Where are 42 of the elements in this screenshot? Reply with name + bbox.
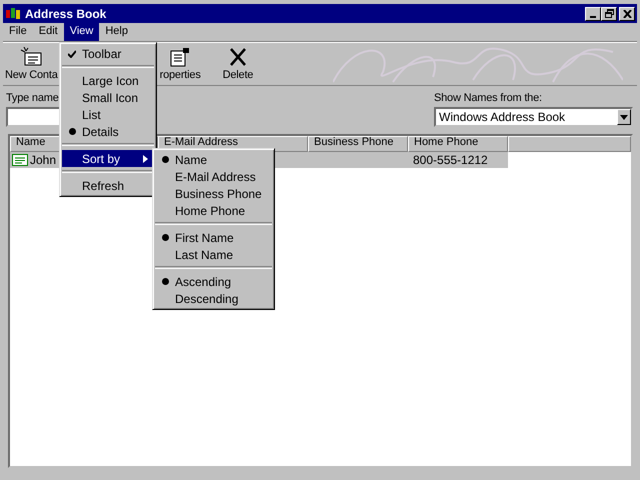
menu-item[interactable]: Toolbar (62, 45, 154, 62)
document-icon (169, 47, 192, 67)
menu-item[interactable]: Details (62, 123, 154, 140)
minimize-button[interactable] (585, 6, 601, 20)
search-label: Type name (6, 91, 59, 105)
submenu-arrow-icon (143, 154, 148, 162)
toolbar-button[interactable]: Delete (220, 47, 256, 85)
source-label: Show Names from the: (434, 91, 543, 105)
menu-item[interactable]: Last Name (155, 246, 272, 263)
column-header[interactable]: Business Phone (308, 136, 408, 152)
minimize-icon (590, 16, 596, 18)
table-cell-text: 800-555-1212 (412, 153, 489, 167)
menu-item[interactable]: Edit (32, 23, 64, 41)
window-title: Address Book (25, 6, 106, 20)
menu-item[interactable]: Large Icon (62, 72, 154, 89)
close-icon (622, 10, 632, 18)
restore-button[interactable] (601, 6, 617, 20)
menu-item[interactable]: Ascending (155, 273, 272, 290)
menu-item[interactable]: View (64, 23, 100, 41)
menu-item[interactable]: Refresh (62, 177, 154, 194)
toolbar-button[interactable]: roperties (158, 47, 203, 85)
card-icon (20, 47, 42, 67)
close-button[interactable] (619, 6, 635, 20)
menu-item[interactable]: File (3, 23, 33, 41)
table-cell: John (30, 153, 56, 167)
dropdown-arrow-icon (620, 114, 628, 120)
source-dropdown[interactable]: Windows Address Book (434, 107, 633, 127)
toolbar-button[interactable]: New Conta (3, 47, 60, 85)
menu-item[interactable]: First Name (155, 229, 272, 246)
book-icon (5, 6, 21, 20)
card-icon (12, 154, 28, 166)
menu-item[interactable]: Business Phone (155, 185, 272, 202)
menu-item[interactable]: Descending (155, 290, 272, 307)
restore-icon (604, 9, 614, 18)
menu-item[interactable]: Name (155, 151, 272, 168)
menu-item[interactable]: Sort by (62, 150, 154, 167)
column-header[interactable]: Home Phone (408, 136, 508, 152)
menu-item[interactable]: Small Icon (62, 89, 154, 106)
menu-item[interactable]: Help (99, 23, 134, 41)
menu-item[interactable]: List (62, 106, 154, 123)
menu-item[interactable]: Home Phone (155, 202, 272, 219)
menu-item[interactable]: E-Mail Address (155, 168, 272, 185)
